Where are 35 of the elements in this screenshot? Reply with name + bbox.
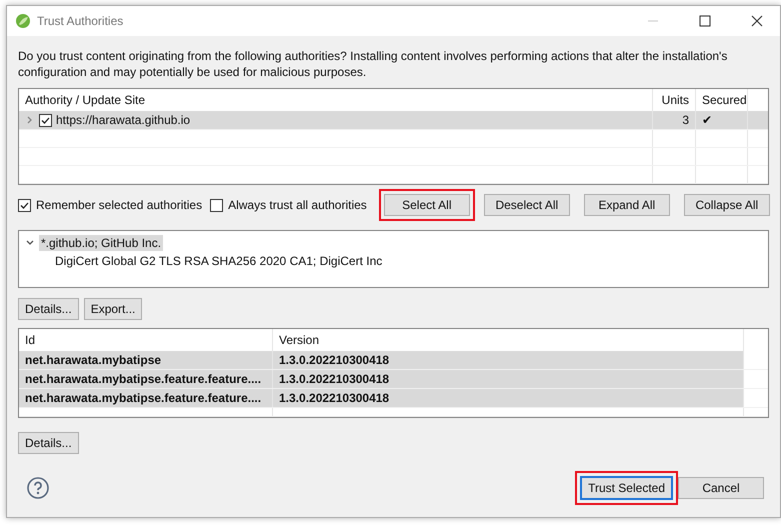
checkbox[interactable] [39, 114, 52, 126]
dialog-button[interactable]: Cancel [678, 477, 764, 499]
message-text: Do you trust content originating from the following authorities? Installing content involves performing actions that alter the installation's configuration and may potentially be used for malicious purposes. [18, 48, 728, 80]
checkbox-option[interactable]: Remember selected authorities [18, 198, 202, 212]
unit-row[interactable]: net.harawata.mybatipse.feature.feature.... 1.3.0.202210300418 [19, 370, 768, 389]
help-icon[interactable] [27, 477, 49, 499]
units-count: 3 [682, 113, 689, 127]
action-button[interactable]: Deselect All [484, 194, 570, 216]
tree-item[interactable]: *.github.io; GitHub Inc. [39, 235, 164, 251]
action-button[interactable]: Select All [384, 194, 470, 216]
window-title: Trust Authorities [37, 14, 124, 28]
unit-id: net.harawata.mybatipse [25, 353, 162, 367]
leaf-icon [15, 13, 31, 29]
unit-id: net.harawata.mybatipse.feature.feature.... [25, 391, 262, 405]
action-button[interactable]: Collapse All [684, 194, 770, 216]
unit-version: 1.3.0.202210300418 [279, 391, 390, 405]
site-url: https://harawata.github.io [56, 113, 190, 127]
authority-row[interactable]: https://harawata.github.io 3 ✔ [19, 111, 768, 130]
action-button[interactable]: Export... [84, 298, 142, 320]
action-button[interactable]: Expand All [584, 194, 670, 216]
unit-id: net.harawata.mybatipse.feature.feature.... [25, 372, 262, 386]
unit-version: 1.3.0.202210300418 [279, 353, 390, 367]
checkbox[interactable] [18, 198, 31, 212]
close-icon[interactable] [751, 15, 763, 27]
dialog-button[interactable]: Trust Selected [580, 476, 673, 500]
tree-item[interactable]: DigiCert Global G2 TLS RSA SHA256 2020 CA1; DigiCert Inc [53, 253, 384, 269]
secured-mark: ✔ [702, 113, 712, 127]
unit-version: 1.3.0.202210300418 [279, 372, 390, 386]
action-button[interactable]: Details... [18, 298, 79, 320]
unit-row[interactable]: net.harawata.mybatipse.feature.feature.... 1.3.0.202210300418 [19, 389, 768, 408]
unit-row[interactable]: net.harawata.mybatipse 1.3.0.202210300418 [19, 351, 768, 370]
action-button[interactable]: Details... [18, 432, 79, 454]
maximize-icon[interactable] [699, 15, 711, 27]
checkbox[interactable] [210, 198, 224, 212]
checkbox-option[interactable]: Always trust all authorities [210, 198, 367, 212]
